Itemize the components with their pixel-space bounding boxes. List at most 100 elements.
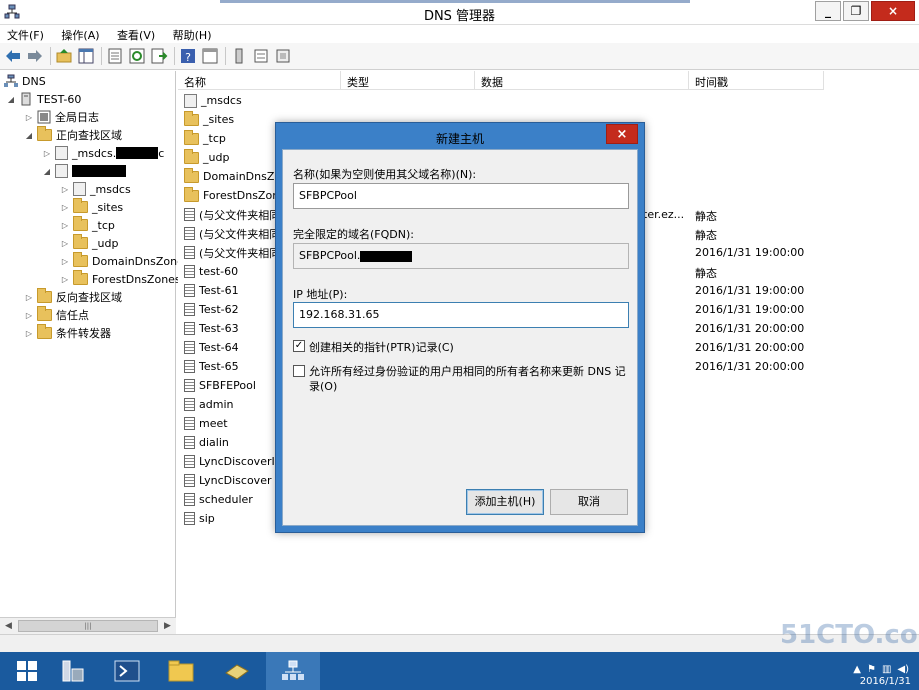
column-header-type[interactable]: 类型 (341, 71, 475, 90)
tree-item-domain-zone[interactable]: ◢ (42, 162, 126, 180)
records-button[interactable] (252, 47, 270, 65)
tree-item-sub-forestdns[interactable]: ▷ ForestDnsZones (60, 270, 181, 288)
menu-action[interactable]: 操作(A) (54, 25, 106, 45)
dialog-close-button[interactable]: × (606, 124, 638, 144)
forward-button[interactable] (26, 47, 44, 65)
show-tree-button[interactable] (77, 47, 95, 65)
list-item[interactable]: test-60 (184, 262, 238, 281)
view-button[interactable] (201, 47, 219, 65)
menu-file[interactable]: 文件(F) (0, 25, 51, 45)
collapsed-icon[interactable]: ▷ (60, 257, 70, 266)
allow-update-checkbox-row[interactable]: 允许所有经过身份验证的用户用相同的所有者名称来更新 DNS 记 录(O) (293, 364, 629, 394)
export-button[interactable] (150, 47, 168, 65)
cancel-button[interactable]: 取消 (550, 489, 628, 515)
list-item[interactable]: Test-61 (184, 281, 239, 300)
minimize-button[interactable]: _ (815, 1, 841, 21)
list-item[interactable]: scheduler (184, 490, 253, 509)
tree-item-msdcs-zone[interactable]: ▷ _msdcs. c (42, 144, 164, 162)
list-item[interactable]: Test-62 (184, 300, 239, 319)
collapsed-icon[interactable]: ▷ (24, 311, 34, 320)
menu-view[interactable]: 查看(V) (110, 25, 162, 45)
tree-item-forward-zones[interactable]: ◢ 正向查找区域 (24, 126, 122, 144)
column-header-name[interactable]: 名称 (178, 71, 341, 90)
add-host-button[interactable]: 添加主机(H) (466, 489, 544, 515)
action-center-icon[interactable]: ⚑ (867, 664, 876, 675)
scroll-thumb[interactable]: ||| (18, 620, 158, 632)
restore-button[interactable]: ❐ (843, 1, 869, 21)
collapsed-icon[interactable]: ▷ (42, 149, 52, 158)
list-item[interactable]: _msdcs (184, 91, 242, 110)
dns-manager-taskbar-button[interactable] (266, 652, 320, 690)
list-item[interactable]: sip (184, 509, 215, 528)
tree-item-global-logs[interactable]: ▷ 全局日志 (24, 108, 99, 126)
collapsed-icon[interactable]: ▷ (60, 221, 70, 230)
properties-button[interactable] (106, 47, 124, 65)
collapsed-icon[interactable]: ▷ (24, 113, 34, 122)
tree-item-sub-sites[interactable]: ▷ _sites (60, 198, 123, 216)
scroll-left-icon[interactable]: ◀ (0, 618, 17, 634)
back-button[interactable] (4, 47, 22, 65)
server-manager-taskbar-button[interactable] (46, 652, 100, 690)
collapsed-icon[interactable]: ▷ (60, 185, 70, 194)
list-item[interactable]: Test-64 (184, 338, 239, 357)
list-item[interactable]: SFBFEPool (184, 376, 256, 395)
allow-update-checkbox[interactable] (293, 365, 305, 377)
powershell-taskbar-button[interactable] (100, 652, 154, 690)
collapsed-icon[interactable]: ▷ (24, 293, 34, 302)
ptr-checkbox[interactable]: ✓ (293, 340, 305, 352)
tree-item-dns[interactable]: DNS (4, 72, 46, 90)
tree-horizontal-scrollbar[interactable]: ◀ ||| ▶ (0, 617, 176, 634)
list-item[interactable]: meet (184, 414, 228, 433)
collapsed-icon[interactable]: ▷ (60, 275, 70, 284)
ptr-checkbox-row[interactable]: ✓ 创建相关的指针(PTR)记录(C) (293, 339, 454, 355)
tree-item-server[interactable]: ◢ TEST-60 (6, 90, 81, 108)
collapsed-icon[interactable]: ▷ (60, 239, 70, 248)
scroll-right-icon[interactable]: ▶ (159, 618, 176, 634)
tray-overflow-icon[interactable]: ▲ (853, 664, 861, 675)
record-name: LyncDiscoverIr (199, 455, 280, 468)
network-icon[interactable]: ▥ (882, 664, 891, 675)
name-input[interactable]: SFBPCPool (293, 183, 629, 209)
refresh-button[interactable] (128, 47, 146, 65)
ip-input[interactable]: 192.168.31.65 (293, 302, 629, 328)
column-header-data[interactable]: 数据 (475, 71, 689, 90)
zone-button[interactable] (274, 47, 292, 65)
tree-item-trust-points[interactable]: ▷ 信任点 (24, 306, 89, 324)
list-item[interactable]: _tcp (184, 129, 226, 148)
taskbar-clock-date[interactable]: 2016/1/31 (860, 676, 911, 687)
list-item[interactable]: ForestDnsZone (184, 186, 286, 205)
tree-item-sub-udp[interactable]: ▷ _udp (60, 234, 118, 252)
list-item[interactable]: Test-65 (184, 357, 239, 376)
up-folder-button[interactable] (55, 47, 73, 65)
list-item[interactable]: admin (184, 395, 233, 414)
list-item[interactable]: LyncDiscover (184, 471, 271, 490)
expanded-icon[interactable]: ◢ (24, 131, 34, 140)
column-header-timestamp[interactable]: 时间戳 (689, 71, 824, 90)
tree-item-conditional-forwarders[interactable]: ▷ 条件转发器 (24, 324, 111, 342)
list-item[interactable]: Test-63 (184, 319, 239, 338)
help-button[interactable]: ? (179, 47, 197, 65)
list-item[interactable]: _udp (184, 148, 229, 167)
expanded-icon[interactable]: ◢ (6, 95, 16, 104)
list-item[interactable]: (与父文件夹相同 (184, 224, 280, 243)
tree-item-sub-msdcs[interactable]: ▷ _msdcs (60, 180, 131, 198)
server-button[interactable] (230, 47, 248, 65)
powershell-icon (114, 660, 140, 682)
collapsed-icon[interactable]: ▷ (60, 203, 70, 212)
menu-help[interactable]: 帮助(H) (166, 25, 219, 45)
collapsed-icon[interactable]: ▷ (24, 329, 34, 338)
list-item[interactable]: DomainDnsZo (184, 167, 281, 186)
tree-item-sub-tcp[interactable]: ▷ _tcp (60, 216, 115, 234)
list-item[interactable]: (与父文件夹相同 (184, 243, 280, 262)
expanded-icon[interactable]: ◢ (42, 167, 52, 176)
tree-item-sub-domaindns[interactable]: ▷ DomainDnsZone (60, 252, 184, 270)
explorer-taskbar-button[interactable] (154, 652, 208, 690)
toolbox-taskbar-button[interactable] (210, 652, 264, 690)
volume-icon[interactable]: ◀) (897, 664, 909, 675)
list-item[interactable]: _sites (184, 110, 234, 129)
close-button[interactable]: × (871, 1, 915, 21)
list-item[interactable]: dialin (184, 433, 229, 452)
list-item[interactable]: LyncDiscoverIr (184, 452, 279, 471)
list-item[interactable]: (与父文件夹相同 (184, 205, 280, 224)
tree-item-reverse-zones[interactable]: ▷ 反向查找区域 (24, 288, 122, 306)
